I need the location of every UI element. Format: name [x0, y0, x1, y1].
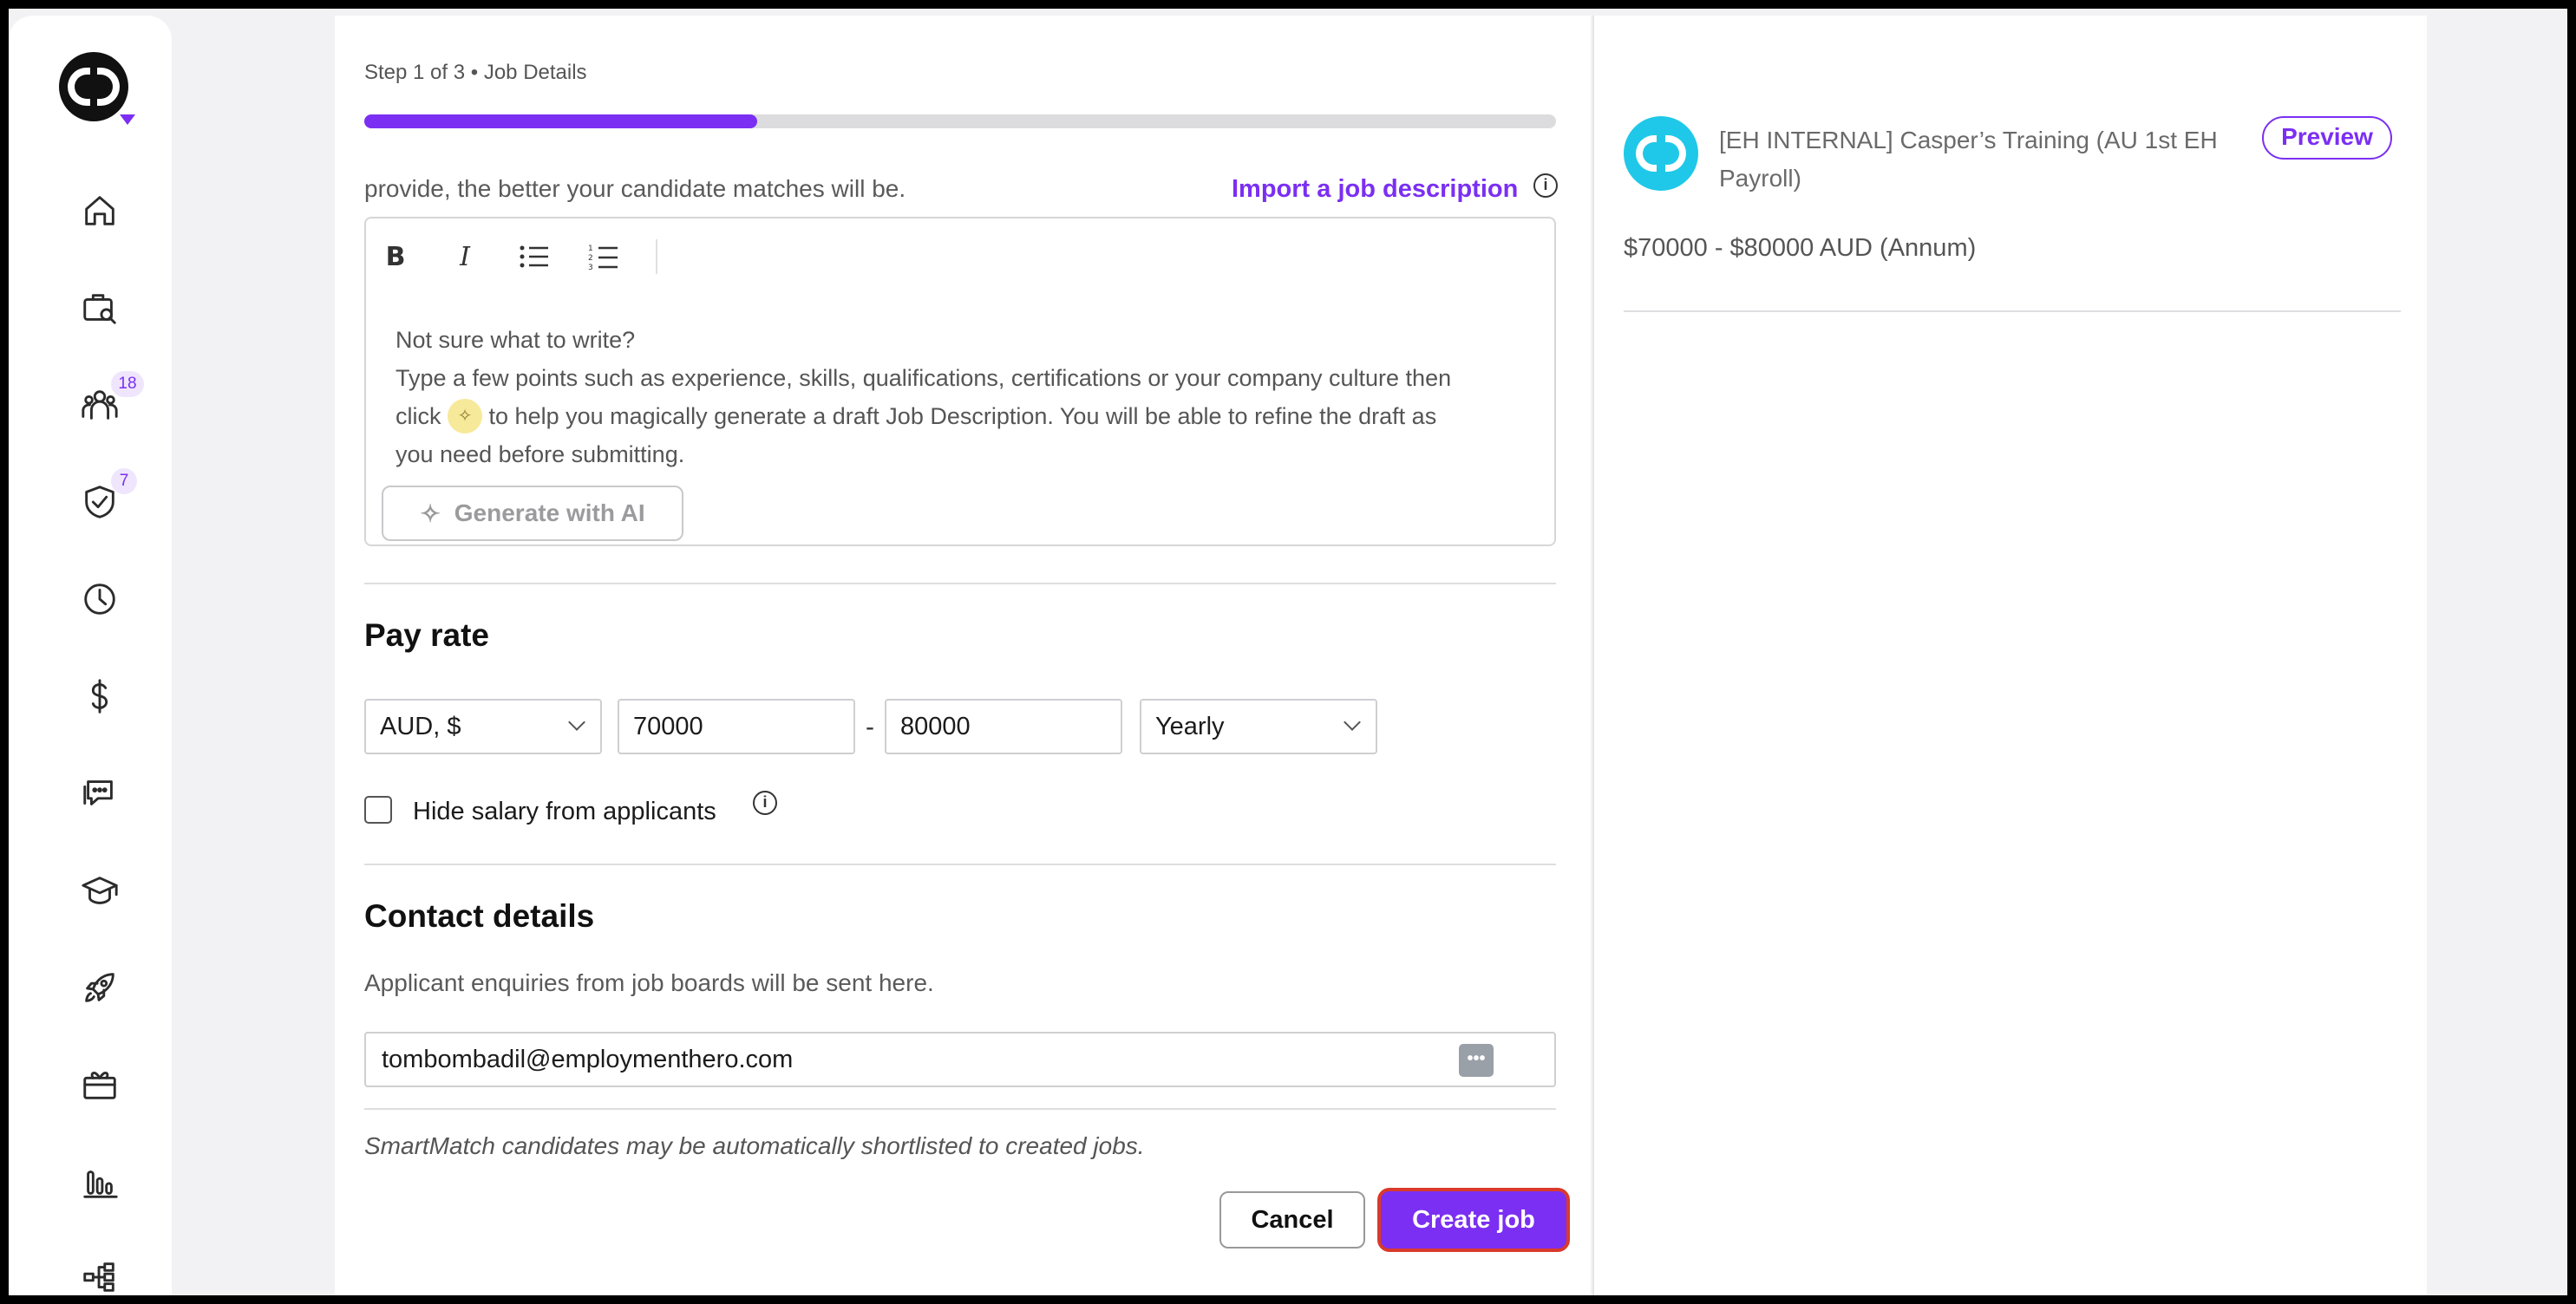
- approvals-count-badge: 7: [111, 468, 137, 494]
- bullet-list-icon: [520, 245, 548, 268]
- progress-bar-fill: [364, 114, 758, 128]
- info-icon[interactable]: i: [1533, 173, 1558, 198]
- section-divider: [364, 1108, 1556, 1110]
- contact-details-heading: Contact details: [364, 898, 595, 934]
- contact-email-value: tombombadil@employmenthero.com: [382, 1046, 794, 1073]
- bold-button[interactable]: B: [376, 239, 415, 274]
- job-search-icon[interactable]: [78, 286, 121, 329]
- pay-period-select[interactable]: Yearly: [1140, 699, 1377, 754]
- import-job-description-link[interactable]: Import a job description: [1232, 175, 1518, 204]
- gift-icon[interactable]: [78, 1063, 121, 1106]
- placeholder-line: click ✧ to help you magically generate a…: [396, 397, 1436, 435]
- people-count-badge: 18: [111, 371, 144, 397]
- company-name: [EH INTERNAL] Casper’s Training (AU 1st …: [1719, 127, 2218, 192]
- currency-select[interactable]: AUD, $: [364, 699, 602, 754]
- contact-email-input[interactable]: tombombadil@employmenthero.com •••: [364, 1032, 1556, 1087]
- org-chart-icon[interactable]: [78, 1255, 121, 1295]
- home-icon[interactable]: [78, 189, 121, 232]
- svg-text:2: 2: [588, 254, 593, 263]
- bar-chart-icon[interactable]: [78, 1160, 121, 1203]
- bullet-list-button[interactable]: [515, 239, 553, 274]
- placeholder-line: you need before submitting.: [396, 441, 685, 467]
- create-job-button[interactable]: Create job: [1377, 1188, 1570, 1252]
- hide-salary-label: Hide salary from applicants: [413, 798, 716, 825]
- pay-rate-heading: Pay rate: [364, 617, 489, 653]
- magic-wand-icon: ✧: [448, 398, 483, 434]
- generate-with-ai-label: Generate with AI: [454, 499, 645, 526]
- section-divider: [364, 583, 1556, 584]
- min-salary-input[interactable]: 70000: [618, 699, 855, 754]
- range-separator: -: [866, 713, 874, 741]
- salary-preview: $70000 - $80000 AUD (Annum): [1624, 234, 1977, 262]
- currency-value: AUD, $: [380, 713, 461, 740]
- section-divider: [364, 864, 1556, 865]
- italic-button[interactable]: I: [446, 239, 484, 274]
- app-window: 18 7 Step 1 of 3 • Job Details provide, …: [9, 9, 2567, 1295]
- step-indicator: Step 1 of 3 • Job Details: [364, 61, 587, 84]
- progress-bar: [364, 114, 1556, 128]
- chevron-down-icon: [568, 714, 585, 731]
- smartmatch-note: SmartMatch candidates may be automatical…: [364, 1132, 1145, 1159]
- app-logo[interactable]: [59, 52, 128, 121]
- placeholder-line: Not sure what to write?: [396, 327, 636, 353]
- chevron-down-icon[interactable]: [120, 114, 135, 125]
- generate-with-ai-button[interactable]: ✧ Generate with AI: [382, 486, 683, 541]
- placeholder-text: click: [396, 403, 441, 429]
- placeholder-line: Type a few points such as experience, sk…: [396, 365, 1452, 391]
- chat-icon[interactable]: [78, 772, 121, 815]
- info-icon[interactable]: i: [753, 791, 777, 815]
- numbered-list-icon: 123: [588, 244, 618, 271]
- cancel-button[interactable]: Cancel: [1219, 1191, 1365, 1249]
- contact-helper-text: Applicant enquiries from job boards will…: [364, 969, 934, 996]
- max-salary-input[interactable]: 80000: [885, 699, 1122, 754]
- chevron-down-icon: [1344, 714, 1361, 731]
- rocket-icon[interactable]: [78, 966, 121, 1009]
- svg-text:3: 3: [588, 264, 593, 271]
- graduation-cap-icon[interactable]: [78, 869, 121, 912]
- job-preview-panel: [EH INTERNAL] Casper’s Training (AU 1st …: [1592, 16, 2427, 1295]
- password-manager-icon[interactable]: •••: [1459, 1044, 1494, 1077]
- toolbar-divider: [656, 239, 657, 274]
- description-intro: provide, the better your candidate match…: [364, 175, 906, 202]
- magic-wand-icon: ✧: [420, 499, 441, 527]
- job-description-editor[interactable]: B I 123 Not sure what to write? Type a f…: [364, 217, 1556, 546]
- pay-period-value: Yearly: [1155, 713, 1225, 740]
- company-logo: [1624, 116, 1698, 191]
- sidebar: 18 7: [9, 16, 172, 1295]
- preview-divider: [1624, 310, 2401, 312]
- preview-badge: Preview: [2262, 116, 2392, 160]
- clock-icon[interactable]: [78, 577, 121, 621]
- dollar-icon[interactable]: [78, 675, 121, 718]
- job-form: Step 1 of 3 • Job Details provide, the b…: [335, 16, 1591, 1295]
- svg-text:1: 1: [588, 244, 593, 253]
- hide-salary-checkbox[interactable]: [364, 796, 392, 824]
- placeholder-text: to help you magically generate a draft J…: [488, 403, 1437, 429]
- numbered-list-button[interactable]: 123: [585, 239, 623, 274]
